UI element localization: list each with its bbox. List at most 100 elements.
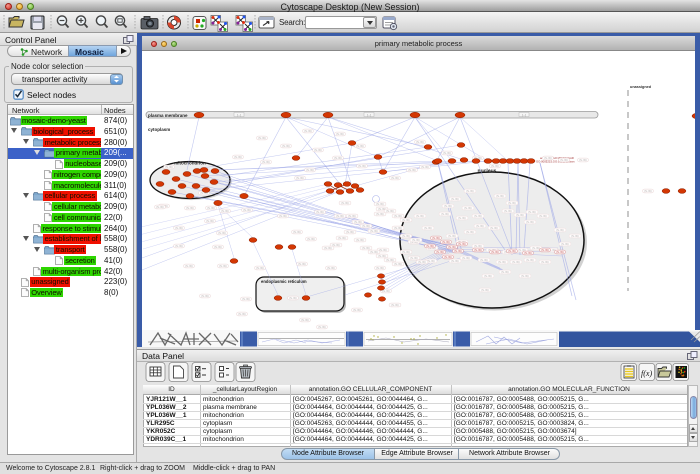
svg-text:(S..W): (S..W)	[341, 201, 348, 205]
svg-text:(S..W): (S..W)	[219, 264, 226, 268]
svg-text:(S..W): (S..W)	[156, 205, 163, 209]
svg-text:(S..W): (S..W)	[391, 303, 398, 307]
svg-text:(S..W): (S..W)	[354, 220, 361, 224]
svg-text:(S..W): (S..W)	[521, 274, 528, 278]
svg-text:(S..W): (S..W)	[394, 214, 401, 218]
svg-text:(S..W): (S..W)	[221, 209, 228, 213]
svg-text:(S..W): (S..W)	[296, 176, 303, 180]
svg-text:(S..W): (S..W)	[356, 238, 363, 242]
svg-text:(S..W): (S..W)	[348, 214, 355, 218]
svg-text:(S..W): (S..W)	[243, 208, 250, 212]
svg-text:(S..W): (S..W)	[432, 236, 439, 240]
svg-text:(S..W): (S..W)	[496, 194, 503, 198]
svg-text:(S..W): (S..W)	[532, 246, 539, 250]
svg-text:(S..W): (S..W)	[444, 255, 451, 259]
svg-text:(S..W): (S..W)	[436, 250, 443, 254]
svg-text:(S..W): (S..W)	[327, 266, 334, 270]
svg-text:(S..W): (S..W)	[462, 256, 469, 260]
svg-text:(S..W): (S..W)	[185, 264, 192, 268]
svg-text:(S..W): (S..W)	[218, 231, 225, 235]
svg-text:f(x): f(x)	[641, 369, 652, 378]
svg-text:(S..W): (S..W)	[304, 129, 311, 133]
svg-text:(S..W): (S..W)	[474, 248, 481, 252]
svg-text:(S..W): (S..W)	[234, 155, 241, 159]
svg-text:(S..W): (S..W)	[318, 325, 325, 329]
svg-text:(S..W): (S..W)	[338, 236, 345, 240]
svg-text:(S..W): (S..W)	[528, 210, 535, 214]
svg-text:(S..W): (S..W)	[444, 204, 451, 208]
svg-text:plasma membrane: plasma membrane	[148, 113, 188, 118]
svg-text:[...]: [...]	[237, 113, 241, 117]
svg-text:(S..W): (S..W)	[490, 226, 497, 230]
svg-text:(S..W): (S..W)	[416, 214, 423, 218]
svg-text:(S..W): (S..W)	[358, 164, 365, 168]
svg-text:(S..W): (S..W)	[175, 244, 182, 248]
svg-text:(S..W): (S..W)	[356, 144, 363, 148]
svg-text:(S..W): (S..W)	[454, 249, 461, 253]
svg-text:(S..W): (S..W)	[526, 258, 533, 262]
svg-text:(S..W): (S..W)	[498, 260, 505, 264]
svg-text:(S..W): (S..W)	[370, 229, 377, 233]
svg-text:(S..W): (S..W)	[165, 165, 172, 169]
svg-text:(S..W): (S..W)	[448, 245, 455, 249]
svg-text:(S..W): (S..W)	[476, 224, 483, 228]
svg-text:(S..W): (S..W)	[376, 266, 383, 270]
svg-text:(S..W): (S..W)	[491, 164, 498, 168]
svg-text:(S..W): (S..W)	[524, 251, 531, 255]
svg-text:(S..W): (S..W)	[238, 312, 245, 316]
svg-text:(S..W): (S..W)	[579, 158, 586, 162]
svg-text:(S..W): (S..W)	[442, 240, 449, 244]
svg-text:(S..W): (S..W)	[402, 250, 409, 254]
svg-text:(S..W): (S..W)	[451, 197, 458, 201]
svg-text:(S..W): (S..W)	[526, 220, 533, 224]
svg-text:cytoplasm: cytoplasm	[148, 127, 170, 132]
svg-text:mitochondrion: mitochondrion	[174, 161, 206, 166]
svg-text:(S..W): (S..W)	[258, 136, 265, 140]
svg-text:(S..W): (S..W)	[293, 230, 300, 234]
svg-text:(S..W): (S..W)	[386, 209, 393, 213]
svg-text:(S..W): (S..W)	[421, 165, 428, 169]
svg-text:(S..W): (S..W)	[386, 258, 393, 262]
svg-text:(S..W): (S..W)	[466, 189, 473, 193]
svg-text:(S..W): (S..W)	[451, 259, 458, 263]
svg-text:(S..W): (S..W)	[481, 288, 488, 292]
svg-text:(S..W): (S..W)	[480, 258, 487, 262]
svg-text:(S..W): (S..W)	[362, 224, 369, 228]
svg-text:(S..W): (S..W)	[186, 206, 193, 210]
svg-text:(S..W): (S..W)	[508, 201, 515, 205]
svg-text:(S..W): (S..W)	[301, 318, 308, 322]
svg-text:(S..W): (S..W)	[512, 260, 519, 264]
svg-text:(S..W): (S..W)	[175, 226, 182, 230]
svg-text:(S..W): (S..W)	[324, 246, 331, 250]
svg-text:(S..W): (S..W)	[508, 249, 515, 253]
svg-text:(S..W): (S..W)	[391, 176, 398, 180]
svg-text:(S..W): (S..W)	[336, 214, 343, 218]
svg-text:(S..W): (S..W)	[427, 259, 434, 263]
svg-text:(S..W): (S..W)	[314, 148, 321, 152]
svg-text:(S..W): (S..W)	[336, 132, 343, 136]
svg-text:[...]: [...]	[367, 113, 371, 117]
svg-text:(S..W): (S..W)	[426, 244, 433, 248]
svg-text:(S..W): (S..W)	[644, 189, 651, 193]
svg-text:(S..W): (S..W)	[282, 144, 289, 148]
svg-text:(S..W): (S..W)	[207, 206, 214, 210]
svg-text:(S..W): (S..W)	[561, 242, 568, 246]
svg-text:(S..W): (S..W)	[556, 228, 563, 232]
svg-text:(S..W): (S..W)	[378, 254, 385, 258]
svg-text:(S..W): (S..W)	[201, 294, 208, 298]
svg-text:(S..W): (S..W)	[408, 168, 415, 172]
svg-text:(S..W): (S..W)	[289, 296, 296, 300]
svg-text:(S..W): (S..W)	[516, 213, 523, 217]
svg-text:(S..W): (S..W)	[560, 158, 567, 162]
svg-text:(S..W): (S..W)	[412, 238, 419, 242]
svg-text:(S..W): (S..W)	[466, 230, 473, 234]
svg-text:(S..W): (S..W)	[394, 226, 401, 230]
svg-text:(S..W): (S..W)	[376, 202, 383, 206]
svg-text:(S..W): (S..W)	[501, 270, 508, 274]
svg-text:(S..W): (S..W)	[418, 260, 425, 264]
svg-text:(S..W): (S..W)	[353, 308, 360, 312]
svg-text:(S..W): (S..W)	[474, 244, 481, 248]
svg-text:(S..W): (S..W)	[370, 250, 377, 254]
svg-text:(S..W): (S..W)	[424, 226, 431, 230]
svg-text:(S..W): (S..W)	[443, 151, 450, 155]
